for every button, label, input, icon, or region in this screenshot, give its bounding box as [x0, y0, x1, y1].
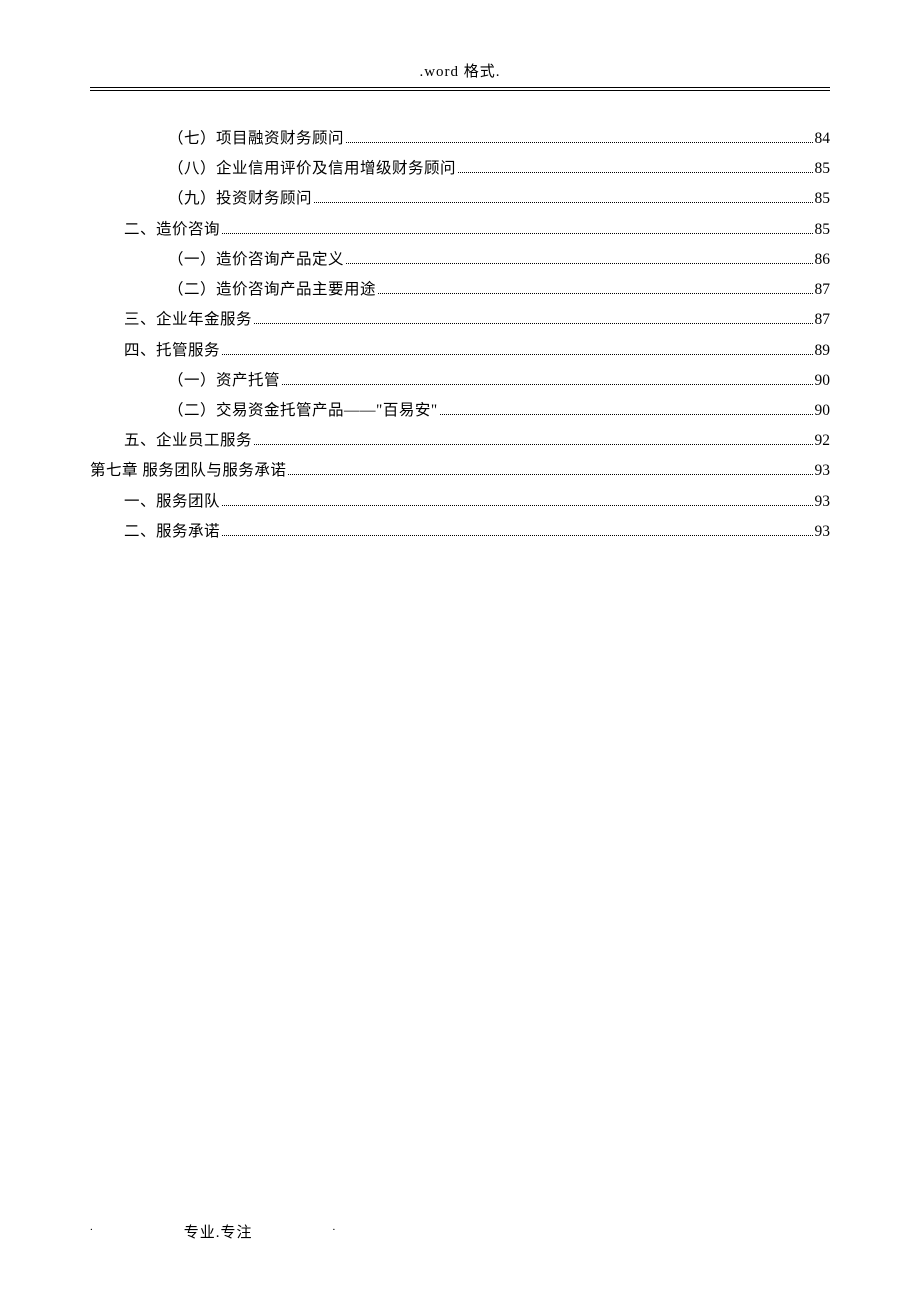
toc-entry-page: 85	[815, 184, 831, 214]
toc-entry: （七）项目融资财务顾问 84	[90, 124, 830, 154]
toc-entry-page: 89	[815, 336, 831, 366]
toc-entry-page: 93	[815, 487, 831, 517]
toc-entry-page: 85	[815, 154, 831, 184]
toc-entry: 二、造价咨询 85	[90, 215, 830, 245]
toc-entry: 一、服务团队 93	[90, 487, 830, 517]
toc-entry: 三、企业年金服务 87	[90, 305, 830, 335]
page-header: .word 格式.	[90, 60, 830, 88]
toc-entry-page: 87	[815, 305, 831, 335]
toc-entry-title: 二、造价咨询	[124, 215, 220, 245]
toc-entry-title: （二）交易资金托管产品——"百易安"	[168, 396, 438, 426]
toc-entry: 第七章 服务团队与服务承诺 93	[90, 456, 830, 486]
toc-entry: 四、托管服务 89	[90, 336, 830, 366]
toc-entry-title: （二）造价咨询产品主要用途	[168, 275, 376, 305]
toc-entry: （二）交易资金托管产品——"百易安" 90	[90, 396, 830, 426]
table-of-contents: （七）项目融资财务顾问84（八）企业信用评价及信用增级财务顾问85（九）投资财务…	[90, 124, 830, 547]
toc-leader-dots	[222, 233, 812, 234]
toc-entry-title: 二、服务承诺	[124, 517, 220, 547]
toc-entry: （一）资产托管 90	[90, 366, 830, 396]
toc-leader-dots	[222, 505, 812, 506]
toc-entry-title: 五、企业员工服务	[124, 426, 252, 456]
toc-leader-dots	[288, 474, 812, 475]
header-title: .word 格式.	[419, 64, 500, 80]
footer-dot-left: .	[90, 1221, 184, 1242]
toc-entry-title: 三、企业年金服务	[124, 305, 252, 335]
toc-entry: 五、企业员工服务 92	[90, 426, 830, 456]
toc-entry-title: （九）投资财务顾问	[168, 184, 312, 214]
toc-entry: （二）造价咨询产品主要用途 87	[90, 275, 830, 305]
toc-leader-dots	[222, 354, 812, 355]
document-page: .word 格式. （七）项目融资财务顾问84（八）企业信用评价及信用增级财务顾…	[0, 0, 920, 547]
toc-entry-page: 84	[815, 124, 831, 154]
toc-entry-page: 93	[815, 517, 831, 547]
toc-leader-dots	[314, 202, 812, 203]
toc-entry: 二、服务承诺 93	[90, 517, 830, 547]
page-footer: . 专业.专注 .	[0, 1221, 920, 1242]
toc-leader-dots	[378, 293, 812, 294]
toc-entry-title: （七）项目融资财务顾问	[168, 124, 344, 154]
toc-entry-title: 四、托管服务	[124, 336, 220, 366]
toc-leader-dots	[346, 142, 812, 143]
toc-entry-page: 90	[815, 396, 831, 426]
footer-dot-right: .	[253, 1221, 337, 1242]
toc-entry-page: 85	[815, 215, 831, 245]
toc-entry: （一）造价咨询产品定义 86	[90, 245, 830, 275]
toc-entry-title: （八）企业信用评价及信用增级财务顾问	[168, 154, 456, 184]
toc-leader-dots	[222, 535, 812, 536]
toc-entry-page: 90	[815, 366, 831, 396]
footer-text: 专业.专注	[184, 1221, 253, 1242]
toc-leader-dots	[440, 414, 813, 415]
toc-entry-title: 一、服务团队	[124, 487, 220, 517]
toc-entry-title: 第七章 服务团队与服务承诺	[90, 456, 286, 486]
toc-leader-dots	[346, 263, 812, 264]
toc-leader-dots	[282, 384, 812, 385]
toc-entry: （九）投资财务顾问 85	[90, 184, 830, 214]
toc-leader-dots	[254, 323, 812, 324]
toc-entry-page: 92	[815, 426, 831, 456]
toc-entry-page: 87	[815, 275, 831, 305]
toc-entry-title: （一）资产托管	[168, 366, 280, 396]
toc-leader-dots	[458, 172, 812, 173]
toc-entry-page: 86	[815, 245, 831, 275]
toc-entry-page: 93	[815, 456, 831, 486]
toc-entry: （八）企业信用评价及信用增级财务顾问 85	[90, 154, 830, 184]
toc-entry-title: （一）造价咨询产品定义	[168, 245, 344, 275]
toc-leader-dots	[254, 444, 812, 445]
